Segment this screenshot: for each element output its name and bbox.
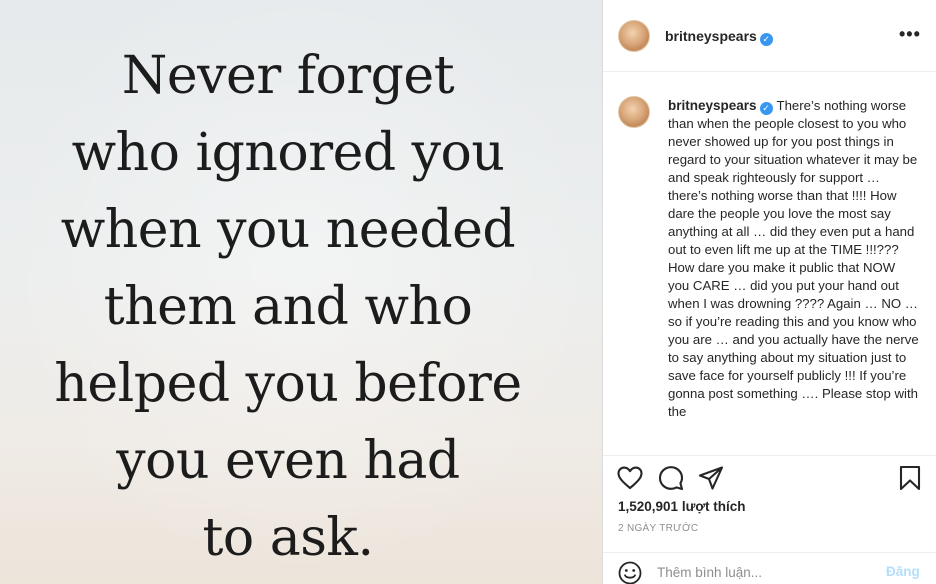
comment-icon[interactable] [657, 464, 685, 492]
bookmark-icon[interactable] [896, 464, 924, 492]
comment-input[interactable] [657, 561, 877, 583]
post-header: britneyspears ✓ ••• [603, 0, 936, 72]
caption: britneyspears ✓ There’s nothing worse than… [668, 97, 920, 421]
quote-line: helped you before [54, 354, 522, 414]
caption-area[interactable]: britneyspears ✓ There’s nothing worse than… [603, 73, 936, 455]
more-options-button[interactable]: ••• [899, 24, 921, 45]
header-username[interactable]: britneyspears ✓ [665, 28, 773, 46]
comment-box: Đăng [603, 552, 936, 584]
emoji-icon[interactable] [617, 560, 643, 584]
post-timestamp[interactable]: 2 NGÀY TRƯỚC [618, 523, 698, 534]
quote-line: to ask. [202, 508, 374, 568]
quote-line: who ignored you [71, 123, 505, 183]
heart-icon[interactable] [616, 464, 644, 492]
caption-text: There’s nothing worse than when the peop… [668, 98, 919, 419]
caption-avatar[interactable] [618, 96, 650, 128]
quote-line: you even had [116, 431, 460, 491]
quote-text: Never forget who ignored you when you ne… [0, 38, 576, 577]
share-icon[interactable] [697, 464, 725, 492]
quote-line: when you needed [60, 200, 516, 260]
quote-line: Never forget [121, 46, 455, 106]
post-image[interactable]: Never forget who ignored you when you ne… [0, 0, 602, 584]
likes-number: 1,520,901 [618, 499, 679, 514]
verified-badge-icon: ✓ [759, 102, 773, 115]
header-username-text[interactable]: britneyspears [665, 28, 757, 44]
avatar[interactable] [618, 20, 650, 52]
post-comment-button[interactable]: Đăng [886, 564, 920, 579]
likes-count[interactable]: 1,520,901 lượt thích [618, 499, 745, 514]
quote-line: them and who [103, 277, 473, 337]
likes-unit: lượt thích [681, 499, 746, 514]
post-actions: 1,520,901 lượt thích 2 NGÀY TRƯỚC Đăng [603, 455, 936, 584]
caption-username[interactable]: britneyspears [668, 98, 757, 113]
post-side-panel: britneyspears ✓ ••• britneyspears ✓ There’s… [603, 0, 936, 584]
verified-badge-icon: ✓ [759, 33, 773, 46]
